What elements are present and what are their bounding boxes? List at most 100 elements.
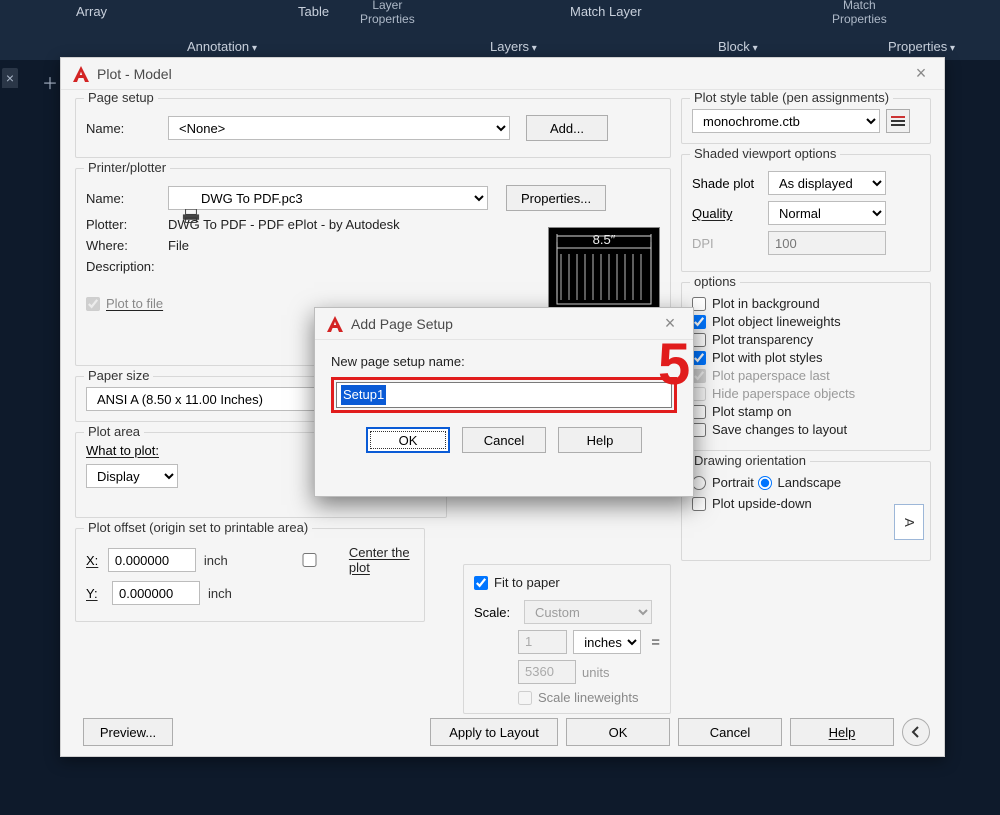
orientation-title: Drawing orientation bbox=[690, 453, 810, 468]
offset-y-input[interactable] bbox=[112, 581, 200, 605]
printer-name-select[interactable]: DWG To PDF.pc3 bbox=[168, 186, 488, 210]
highlight-box: Setup1 bbox=[331, 377, 677, 413]
scale-lineweights-checkbox bbox=[518, 691, 532, 705]
plot-options-group: options Plot in background Plot object l… bbox=[681, 282, 931, 451]
portrait-radio[interactable] bbox=[692, 476, 706, 490]
plot-stamp-label: Plot stamp on bbox=[712, 404, 792, 419]
page-setup-title: Page setup bbox=[84, 90, 158, 105]
center-plot-label: Center the plot bbox=[349, 545, 414, 575]
where-value: File bbox=[168, 238, 189, 253]
shade-plot-label: Shade plot bbox=[692, 176, 768, 191]
offset-x-input[interactable] bbox=[108, 548, 196, 572]
plot-stamp-checkbox[interactable] bbox=[692, 405, 706, 419]
save-changes-checkbox[interactable] bbox=[692, 423, 706, 437]
center-plot-checkbox[interactable] bbox=[276, 553, 343, 567]
expand-more-options-button[interactable] bbox=[902, 718, 930, 746]
plot-background-checkbox[interactable] bbox=[692, 297, 706, 311]
scale-units-select[interactable]: inches bbox=[573, 630, 641, 654]
orientation-preview-icon: A bbox=[894, 504, 924, 540]
aps-help-button[interactable]: Help bbox=[558, 427, 642, 453]
rib-match-layer[interactable]: Match Layer bbox=[570, 4, 642, 19]
aps-input-value: Setup1 bbox=[341, 385, 386, 405]
plot-titlebar: Plot - Model × bbox=[61, 58, 944, 90]
fit-to-paper-checkbox[interactable] bbox=[474, 576, 488, 590]
apply-to-layout-button[interactable]: Apply to Layout bbox=[430, 718, 558, 746]
plotter-value: DWG To PDF - PDF ePlot - by Autodesk bbox=[168, 217, 400, 232]
printer-properties-button[interactable]: Properties... bbox=[506, 185, 606, 211]
plot-area-title: Plot area bbox=[84, 424, 144, 439]
rib-layer-props[interactable]: Layer Properties bbox=[360, 0, 415, 26]
rib-annotation[interactable]: Annotation bbox=[187, 39, 257, 54]
plot-ok-button[interactable]: OK bbox=[566, 718, 670, 746]
new-page-setup-input[interactable]: Setup1 bbox=[336, 382, 672, 408]
offset-x-unit: inch bbox=[204, 553, 228, 568]
plot-to-file-checkbox bbox=[86, 297, 100, 311]
plot-with-styles-checkbox[interactable] bbox=[692, 351, 706, 365]
plot-cancel-button[interactable]: Cancel bbox=[678, 718, 782, 746]
plot-lineweights-label: Plot object lineweights bbox=[712, 314, 841, 329]
tab-close-x[interactable]: × bbox=[2, 68, 18, 88]
rib-table[interactable]: Table bbox=[298, 4, 329, 19]
plot-with-styles-label: Plot with plot styles bbox=[712, 350, 823, 365]
autocad-icon bbox=[71, 64, 91, 84]
printer-title: Printer/plotter bbox=[84, 160, 170, 175]
quality-label: Quality bbox=[692, 206, 768, 221]
preview-button[interactable]: Preview... bbox=[83, 718, 173, 746]
bottom-button-bar: Preview... Apply to Layout OK Cancel Hel… bbox=[75, 718, 930, 746]
plot-lineweights-checkbox[interactable] bbox=[692, 315, 706, 329]
svo-title: Shaded viewport options bbox=[690, 146, 840, 161]
close-icon[interactable]: × bbox=[908, 61, 934, 87]
description-label: Description: bbox=[86, 259, 168, 274]
upside-down-checkbox[interactable] bbox=[692, 497, 706, 511]
edit-plot-style-button[interactable] bbox=[886, 109, 910, 133]
scale-num-box: 1 bbox=[518, 630, 567, 654]
rib-layers[interactable]: Layers bbox=[490, 39, 537, 54]
plot-paperspace-checkbox bbox=[692, 369, 706, 383]
dpi-input bbox=[768, 231, 886, 255]
printer-name-label: Name: bbox=[86, 191, 168, 206]
step-number-annotation: 5 bbox=[658, 336, 690, 394]
rib-match-props[interactable]: Match Properties bbox=[832, 0, 887, 26]
plot-transparency-checkbox[interactable] bbox=[692, 333, 706, 347]
landscape-label: Landscape bbox=[778, 475, 842, 490]
aps-cancel-button[interactable]: Cancel bbox=[462, 427, 546, 453]
paper-preview: 8.5″ bbox=[548, 227, 660, 313]
shaded-viewport-group: Shaded viewport options Shade plotAs dis… bbox=[681, 154, 931, 272]
aps-ok-button[interactable]: OK bbox=[366, 427, 450, 453]
rib-properties[interactable]: Properties bbox=[888, 39, 955, 54]
plot-title: Plot - Model bbox=[97, 66, 908, 82]
rib-array[interactable]: Array bbox=[76, 4, 107, 19]
shade-plot-select[interactable]: As displayed bbox=[768, 171, 886, 195]
plotter-label: Plotter: bbox=[86, 217, 168, 232]
page-setup-name-select[interactable]: <None> bbox=[168, 116, 510, 140]
svg-text:8.5″: 8.5″ bbox=[593, 232, 616, 247]
add-page-setup-button[interactable]: Add... bbox=[526, 115, 608, 141]
plot-transparency-label: Plot transparency bbox=[712, 332, 813, 347]
hide-paperspace-label: Hide paperspace objects bbox=[712, 386, 855, 401]
plot-help-button[interactable]: Help bbox=[790, 718, 894, 746]
plot-paperspace-label: Plot paperspace last bbox=[712, 368, 830, 383]
plot-style-title: Plot style table (pen assignments) bbox=[690, 90, 893, 105]
plot-to-file-label: Plot to file bbox=[106, 296, 163, 311]
orientation-group: Drawing orientation Portrait Landscape P… bbox=[681, 461, 931, 561]
autocad-icon bbox=[325, 314, 345, 334]
what-to-plot-label: What to plot: bbox=[86, 443, 159, 458]
paper-size-title: Paper size bbox=[84, 368, 153, 383]
what-to-plot-select[interactable]: Display bbox=[86, 464, 178, 488]
add-page-setup-dialog: Add Page Setup × New page setup name: Se… bbox=[314, 307, 694, 497]
rib-block[interactable]: Block bbox=[718, 39, 758, 54]
offset-y-label: Y: bbox=[86, 586, 104, 601]
landscape-radio[interactable] bbox=[758, 476, 772, 490]
plot-options-title: options bbox=[690, 274, 740, 289]
quality-select[interactable]: Normal bbox=[768, 201, 886, 225]
scale-label: Scale: bbox=[474, 605, 518, 620]
plot-background-label: Plot in background bbox=[712, 296, 820, 311]
offset-x-label: X: bbox=[86, 553, 100, 568]
aps-title: Add Page Setup bbox=[351, 316, 657, 332]
dpi-label: DPI bbox=[692, 236, 768, 251]
plot-offset-title: Plot offset (origin set to printable are… bbox=[84, 520, 312, 535]
scale-select: Custom bbox=[524, 600, 652, 624]
plot-style-select[interactable]: monochrome.ctb bbox=[692, 109, 880, 133]
scale-units-word: units bbox=[582, 665, 609, 680]
tab-add-plus[interactable]: ＋ bbox=[42, 70, 58, 94]
